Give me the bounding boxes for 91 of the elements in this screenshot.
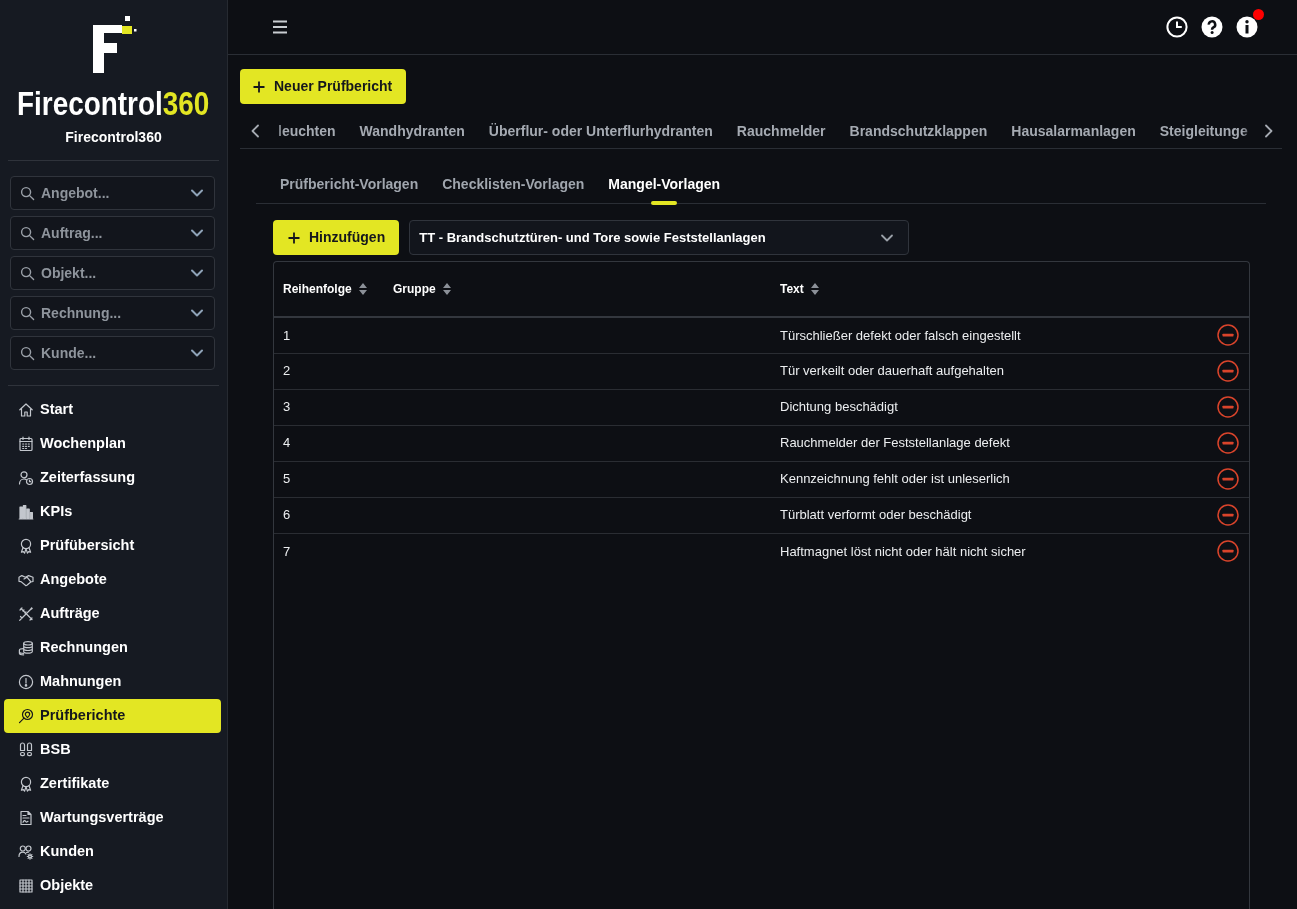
chevron-right-icon[interactable] xyxy=(1264,123,1274,138)
coins-icon xyxy=(18,640,34,656)
column-header[interactable]: Text xyxy=(780,280,804,298)
text-cell: Dichtung beschädigt xyxy=(771,389,1199,425)
search-select-field[interactable]: Kunde... xyxy=(10,336,215,370)
person-clock-icon xyxy=(18,470,34,486)
handshake-icon xyxy=(18,572,34,588)
remove-icon[interactable] xyxy=(1217,432,1239,454)
sidebar-item[interactable]: Zeiterfassung xyxy=(4,461,221,495)
sort-icon[interactable] xyxy=(358,283,367,295)
sidebar-item[interactable]: BSB xyxy=(4,733,221,767)
footprints-icon xyxy=(18,742,34,758)
remove-icon[interactable] xyxy=(1217,360,1239,382)
remove-icon[interactable] xyxy=(1217,540,1239,563)
order-cell: 6 xyxy=(274,497,384,533)
category-tab[interactable]: Wandhydranten xyxy=(359,120,465,141)
remove-icon[interactable] xyxy=(1217,468,1239,490)
sidebar-item[interactable]: Angebote xyxy=(4,563,221,597)
sidebar-item[interactable]: Wartungsverträge xyxy=(4,801,221,835)
menu-icon[interactable] xyxy=(272,20,288,34)
text-cell: Rauchmelder der Feststellanlage defekt xyxy=(771,425,1199,461)
template-tab[interactable]: Checklisten-Vorlagen xyxy=(442,171,585,205)
category-tab[interactable]: Steigleitunge xyxy=(1159,120,1248,141)
chevron-left-icon[interactable] xyxy=(250,123,260,138)
document-icon xyxy=(18,810,34,826)
plus-icon xyxy=(253,80,265,93)
magnifier-pin-icon xyxy=(18,708,34,724)
order-cell: 5 xyxy=(274,461,384,497)
category-tab[interactable]: Rauchmelder xyxy=(736,120,826,141)
sidebar-item[interactable]: Wochenplan xyxy=(4,427,221,461)
order-cell: 4 xyxy=(274,425,384,461)
category-tab[interactable]: Überflur- oder Unterflurhydranten xyxy=(488,120,713,141)
sidebar-item[interactable]: KPIs xyxy=(4,495,221,529)
company-name: Firecontrol360 xyxy=(65,128,162,147)
category-select[interactable]: TT - Brandschutztüren- und Tore sowie Feststellanlagen xyxy=(409,220,910,255)
sidebar-item[interactable]: Aufträge xyxy=(4,597,221,631)
help-icon[interactable] xyxy=(1201,16,1223,38)
grid-icon xyxy=(18,878,34,894)
column-header[interactable]: Gruppe xyxy=(393,280,436,298)
sort-icon[interactable] xyxy=(442,283,451,295)
people-gear-icon xyxy=(18,844,34,860)
clock-icon[interactable] xyxy=(1166,16,1188,38)
award-icon xyxy=(18,776,34,792)
order-cell: 3 xyxy=(274,389,384,425)
brand-logo-icon xyxy=(90,15,137,73)
sidebar-item[interactable]: Mahnungen xyxy=(4,665,221,699)
info-icon[interactable] xyxy=(1236,16,1258,38)
remove-icon[interactable] xyxy=(1217,324,1239,347)
remove-icon[interactable] xyxy=(1217,504,1239,526)
new-report-button[interactable]: Neuer Prüfbericht xyxy=(240,69,407,104)
exclamation-icon xyxy=(18,674,34,690)
sidebar-item[interactable]: Rechnungen xyxy=(4,631,221,665)
search-icon xyxy=(20,346,35,361)
search-icon xyxy=(20,186,35,201)
search-icon xyxy=(20,226,35,241)
sidebar-item[interactable]: Objekte xyxy=(4,869,221,903)
text-cell: Türschließer defekt oder falsch eingestellt xyxy=(771,317,1199,353)
order-cell: 2 xyxy=(274,353,384,389)
search-select-field[interactable]: Auftrag... xyxy=(10,216,215,250)
brand-logo-text: Firecontrol360 xyxy=(17,83,210,123)
award-icon xyxy=(18,538,34,554)
template-tab[interactable]: Prüfbericht-Vorlagen xyxy=(280,171,419,205)
category-tab[interactable]: Brandschutzklappen xyxy=(849,120,988,141)
remove-icon[interactable] xyxy=(1217,396,1239,418)
home-icon xyxy=(18,402,34,418)
sidebar-item[interactable]: Prüfberichte xyxy=(4,699,221,733)
bar-chart-icon xyxy=(18,504,34,520)
sidebar-item[interactable]: Start xyxy=(4,393,221,427)
template-tab[interactable]: Mangel-Vorlagen xyxy=(608,171,721,205)
text-cell: Kennzeichnung fehlt oder ist unleserlich xyxy=(771,461,1199,497)
search-select-field[interactable]: Objekt... xyxy=(10,256,215,290)
order-cell: 7 xyxy=(274,533,384,569)
text-cell: Türblatt verformt oder beschädigt xyxy=(771,497,1199,533)
plus-icon xyxy=(288,231,300,244)
sort-icon[interactable] xyxy=(810,283,819,295)
calendar-icon xyxy=(18,436,34,452)
sidebar-item[interactable]: Zertifikate xyxy=(4,767,221,801)
sidebar-item[interactable]: Kunden xyxy=(4,835,221,869)
text-cell: Haftmagnet löst nicht oder hält nicht sicher xyxy=(771,533,1199,569)
column-header[interactable]: Reihenfolge xyxy=(283,280,352,298)
category-tab[interactable]: Hausalarmanlagen xyxy=(1011,120,1136,141)
category-tab[interactable]: leuchten xyxy=(278,120,336,141)
search-icon xyxy=(20,306,35,321)
sidebar-item[interactable]: Prüfübersicht xyxy=(4,529,221,563)
search-select-field[interactable]: Rechnung... xyxy=(10,296,215,330)
order-cell: 1 xyxy=(274,317,384,353)
add-button[interactable]: Hinzufügen xyxy=(273,220,400,255)
search-icon xyxy=(20,266,35,281)
text-cell: Tür verkeilt oder dauerhaft aufgehalten xyxy=(771,353,1199,389)
search-select-field[interactable]: Angebot... xyxy=(10,176,215,210)
tools-icon xyxy=(18,606,34,622)
